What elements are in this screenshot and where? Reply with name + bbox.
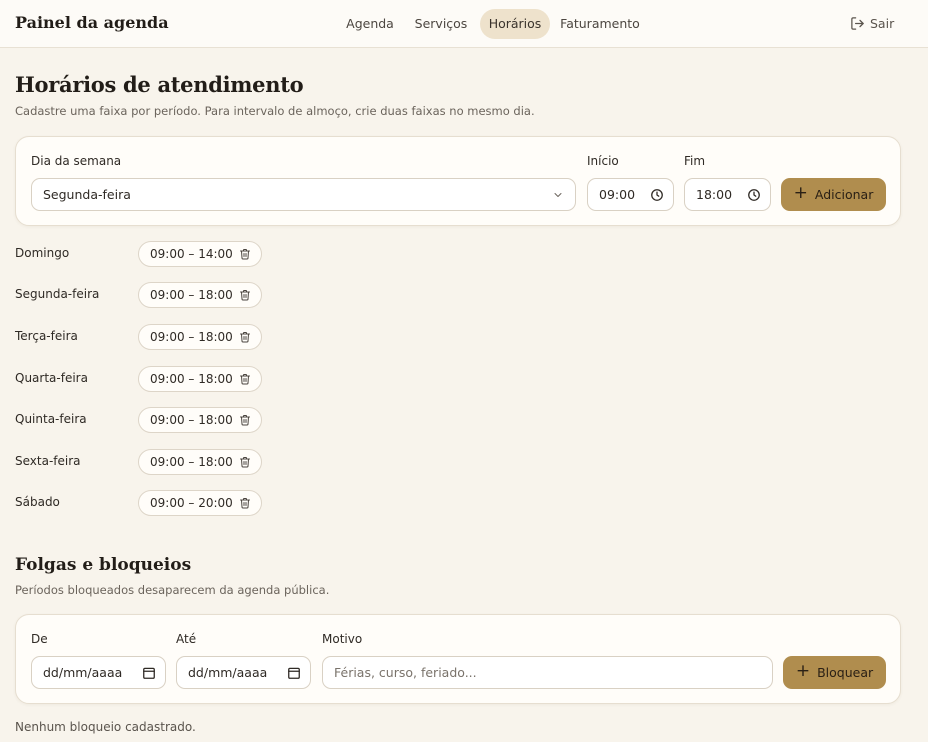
- schedule-row-sabado: Sábado 09:00 – 20:00: [15, 490, 315, 516]
- chevron-down-icon: [554, 193, 562, 197]
- time-range-chip: 09:00 – 14:00: [138, 241, 262, 267]
- start-time-value: 09:00: [599, 187, 636, 202]
- time-range-text: 09:00 – 18:00: [150, 413, 233, 427]
- reason-input[interactable]: Férias, curso, feriado...: [322, 656, 773, 689]
- block-button-label: Bloquear: [817, 665, 874, 680]
- hours-subtitle: Cadastre uma faixa por período. Para int…: [15, 104, 535, 118]
- schedule-day: Sexta-feira: [15, 454, 81, 468]
- day-select-value: Segunda-feira: [43, 187, 131, 202]
- plus-icon: +: [793, 183, 808, 203]
- block-button[interactable]: + Bloquear: [783, 656, 886, 689]
- logout-icon: [851, 16, 864, 30]
- schedule-day: Quinta-feira: [15, 412, 87, 426]
- logout-label: Sair: [870, 15, 895, 31]
- day-select[interactable]: Segunda-feira: [31, 178, 576, 211]
- schedule-day: Sábado: [15, 495, 60, 509]
- to-date-input[interactable]: dd/mm/aaaa: [176, 656, 311, 689]
- time-range-text: 09:00 – 18:00: [150, 372, 233, 386]
- nav-horarios[interactable]: Horários: [480, 9, 550, 39]
- trash-icon[interactable]: [239, 414, 251, 426]
- schedule-day: Terça-feira: [15, 329, 78, 343]
- nav-faturamento[interactable]: Faturamento: [555, 9, 645, 39]
- nav-servicos[interactable]: Serviços: [407, 9, 475, 39]
- empty-blocks-message: Nenhum bloqueio cadastrado.: [15, 720, 196, 734]
- from-label: De: [31, 632, 48, 646]
- to-label: Até: [176, 632, 197, 646]
- plus-icon: +: [795, 661, 811, 681]
- calendar-icon[interactable]: [287, 666, 301, 680]
- from-date-input[interactable]: dd/mm/aaaa: [31, 656, 166, 689]
- start-label: Início: [587, 154, 619, 168]
- trash-icon[interactable]: [239, 289, 251, 301]
- time-range-text: 09:00 – 18:00: [150, 288, 233, 302]
- trash-icon[interactable]: [239, 373, 251, 385]
- schedule-row-sexta: Sexta-feira 09:00 – 18:00: [15, 449, 315, 475]
- trash-icon[interactable]: [239, 497, 251, 509]
- time-range-chip: 09:00 – 20:00: [138, 490, 262, 516]
- end-time-input[interactable]: 18:00: [684, 178, 771, 211]
- schedule-day: Quarta-feira: [15, 371, 88, 385]
- to-date-placeholder: dd/mm/aaaa: [188, 665, 268, 680]
- time-range-chip: 09:00 – 18:00: [138, 324, 262, 350]
- blocks-form-card: De dd/mm/aaaa Até dd/mm/aaaa Motivo Féri…: [15, 614, 901, 704]
- trash-icon[interactable]: [239, 248, 251, 260]
- schedule-row-domingo: Domingo 09:00 – 14:00: [15, 241, 315, 267]
- schedule-day: Segunda-feira: [15, 287, 100, 301]
- end-label: Fim: [684, 154, 706, 168]
- reason-label: Motivo: [322, 632, 363, 646]
- trash-icon[interactable]: [239, 456, 251, 468]
- start-time-input[interactable]: 09:00: [587, 178, 674, 211]
- calendar-icon[interactable]: [142, 666, 156, 680]
- from-date-placeholder: dd/mm/aaaa: [43, 665, 123, 680]
- schedule-row-terca: Terça-feira 09:00 – 18:00: [15, 324, 315, 350]
- schedule-day: Domingo: [15, 246, 70, 260]
- time-range-text: 09:00 – 20:00: [150, 496, 233, 510]
- add-range-button[interactable]: + Adicionar: [781, 178, 886, 211]
- time-range-chip: 09:00 – 18:00: [138, 366, 262, 392]
- schedule-row-quarta: Quarta-feira 09:00 – 18:00: [15, 366, 315, 392]
- end-time-value: 18:00: [696, 187, 733, 202]
- app-brand: Painel da agenda: [15, 13, 169, 32]
- add-range-label: Adicionar: [814, 187, 874, 202]
- logout-button[interactable]: Sair: [850, 13, 894, 33]
- trash-icon[interactable]: [239, 331, 251, 343]
- time-range-chip: 09:00 – 18:00: [138, 449, 262, 475]
- top-bar: Painel da agenda Agenda Serviços Horário…: [0, 0, 928, 48]
- day-label: Dia da semana: [31, 154, 122, 168]
- time-range-chip: 09:00 – 18:00: [138, 407, 262, 433]
- blocks-title: Folgas e bloqueios: [15, 555, 192, 575]
- hours-form-card: Dia da semana Segunda-feira Início 09:00…: [15, 136, 901, 226]
- page-title: Horários de atendimento: [15, 72, 304, 97]
- time-range-text: 09:00 – 18:00: [150, 455, 233, 469]
- reason-placeholder: Férias, curso, feriado...: [334, 665, 477, 680]
- time-range-text: 09:00 – 18:00: [150, 330, 233, 344]
- blocks-subtitle: Períodos bloqueados desaparecem da agend…: [15, 583, 330, 597]
- clock-icon[interactable]: [747, 188, 761, 202]
- time-range-text: 09:00 – 14:00: [150, 247, 233, 261]
- schedule-row-quinta: Quinta-feira 09:00 – 18:00: [15, 407, 315, 433]
- nav-agenda[interactable]: Agenda: [337, 9, 403, 39]
- time-range-chip: 09:00 – 18:00: [138, 282, 262, 308]
- clock-icon[interactable]: [650, 188, 664, 202]
- schedule-row-segunda: Segunda-feira 09:00 – 18:00: [15, 282, 315, 308]
